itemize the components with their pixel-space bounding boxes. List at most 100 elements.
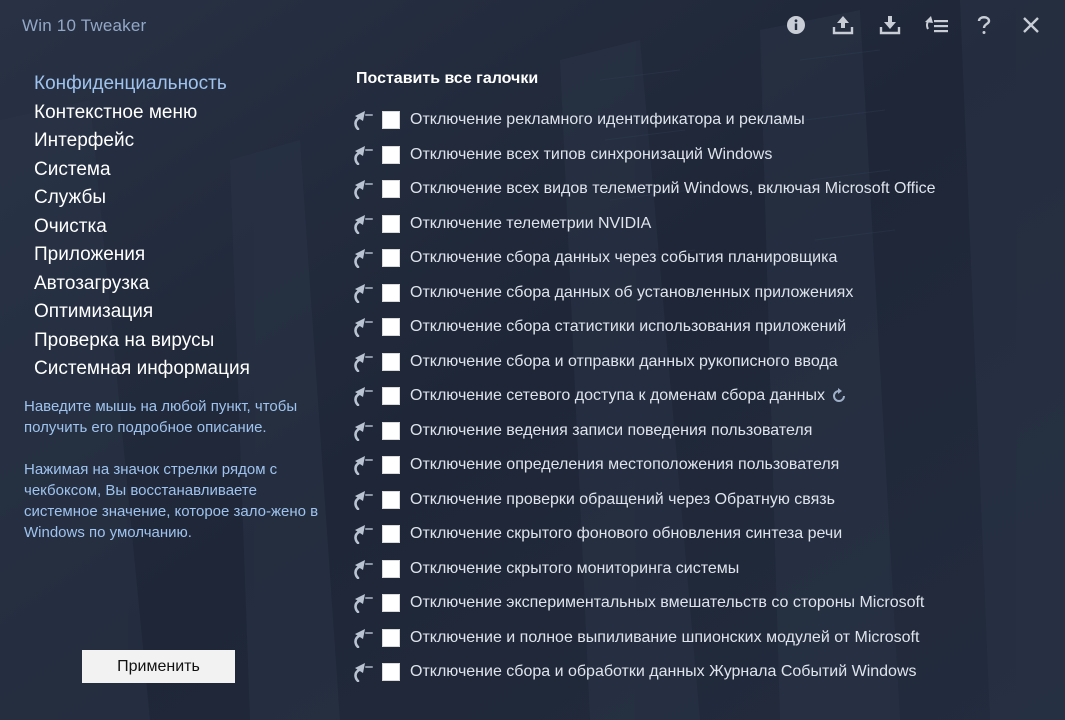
restore-arrow-icon <box>354 559 373 579</box>
restore-default-button[interactable] <box>352 283 374 303</box>
restore-arrow-icon <box>354 525 373 545</box>
refresh-icon[interactable] <box>831 388 847 404</box>
option-label[interactable]: Отключение ведения записи поведения поль… <box>410 422 812 440</box>
restore-default-button[interactable] <box>352 421 374 441</box>
option-checkbox[interactable] <box>382 352 400 371</box>
restore-default-button[interactable] <box>352 214 374 234</box>
option-row: Отключение сбора данных через события пл… <box>352 241 1052 276</box>
sidebar-item-apps[interactable]: Приложения <box>24 241 324 270</box>
option-checkbox[interactable] <box>382 249 400 268</box>
option-label[interactable]: Отключение сбора данных об установленных… <box>410 284 853 302</box>
restore-arrow-icon <box>354 111 373 131</box>
option-label[interactable]: Отключение сбора и обработки данных Журн… <box>410 663 917 681</box>
option-label[interactable]: Отключение телеметрии NVIDIA <box>410 215 651 233</box>
restore-default-button[interactable] <box>352 490 374 510</box>
restore-default-button[interactable] <box>352 593 374 614</box>
option-checkbox[interactable] <box>382 456 400 475</box>
option-row: Отключение и полное выпиливание шпионски… <box>352 621 1052 656</box>
sidebar-item-startup[interactable]: Автозагрузка <box>24 270 324 299</box>
option-label[interactable]: Отключение сетевого доступа к доменам сб… <box>410 387 825 405</box>
restore-default-button[interactable] <box>352 317 374 338</box>
sidebar-item-system[interactable]: Система <box>24 156 324 185</box>
info-button[interactable] <box>780 11 812 39</box>
restore-arrow-icon <box>354 145 373 165</box>
option-checkbox[interactable] <box>382 628 400 647</box>
option-row: Отключение рекламного идентификатора и р… <box>352 103 1052 138</box>
option-checkbox[interactable] <box>382 559 400 578</box>
option-label[interactable]: Отключение экспериментальных вмешательст… <box>410 594 924 612</box>
sidebar-item-cleanup[interactable]: Очистка <box>24 213 324 242</box>
export-button[interactable] <box>827 11 859 39</box>
select-all-link[interactable]: Поставить все галочки <box>352 64 1052 94</box>
import-icon <box>879 16 901 35</box>
option-checkbox[interactable] <box>382 387 400 406</box>
option-label[interactable]: Отключение рекламного идентификатора и р… <box>410 111 805 129</box>
sidebar-item-privacy[interactable]: Конфиденциальность <box>24 70 324 99</box>
options-list: Отключение рекламного идентификатора и р… <box>352 103 1052 690</box>
option-label[interactable]: Отключение сбора и отправки данных рукоп… <box>410 353 838 371</box>
help-button[interactable] <box>968 11 1000 39</box>
option-label[interactable]: Отключение проверки обращений через Обра… <box>410 491 835 509</box>
import-button[interactable] <box>874 11 906 39</box>
option-checkbox[interactable] <box>382 214 400 233</box>
option-row: Отключение телеметрии NVIDIA <box>352 207 1052 242</box>
option-row: Отключение сбора и отправки данных рукоп… <box>352 345 1052 380</box>
option-label[interactable]: Отключение и полное выпиливание шпионски… <box>410 629 919 647</box>
option-row: Отключение скрытого фонового обновления … <box>352 517 1052 552</box>
option-checkbox[interactable] <box>382 180 400 199</box>
sidebar-item-virus-check[interactable]: Проверка на вирусы <box>24 327 324 356</box>
option-label[interactable]: Отключение определения местоположения по… <box>410 456 839 474</box>
sidebar-item-context-menu[interactable]: Контекстное меню <box>24 99 324 128</box>
restore-default-button[interactable] <box>352 524 374 545</box>
option-row: Отключение сбора и обработки данных Журн… <box>352 655 1052 690</box>
option-checkbox[interactable] <box>382 421 400 440</box>
option-label[interactable]: Отключение скрытого фонового обновления … <box>410 525 842 543</box>
restore-default-button[interactable] <box>352 559 374 579</box>
close-button[interactable] <box>1015 11 1047 39</box>
option-row: Отключение всех типов синхронизаций Wind… <box>352 138 1052 173</box>
restore-default-button[interactable] <box>352 386 374 407</box>
options-panel: Поставить все галочки Отключение рекламн… <box>352 64 1052 690</box>
restore-default-button[interactable] <box>352 248 374 269</box>
title-bar[interactable]: Win 10 Tweaker <box>0 0 1065 52</box>
export-icon <box>832 16 854 35</box>
sidebar-item-interface[interactable]: Интерфейс <box>24 127 324 156</box>
restore-default-button[interactable] <box>352 352 374 372</box>
option-checkbox[interactable] <box>382 525 400 544</box>
option-label[interactable]: Отключение скрытого мониторинга системы <box>410 560 739 578</box>
option-label[interactable]: Отключение сбора статистики использовани… <box>410 318 846 336</box>
restore-arrow-icon <box>354 456 373 476</box>
restore-default-button[interactable] <box>352 628 374 648</box>
restore-arrow-icon <box>354 180 373 200</box>
restore-default-button[interactable] <box>352 455 374 476</box>
option-row: Отключение экспериментальных вмешательст… <box>352 586 1052 621</box>
option-label[interactable]: Отключение всех видов телеметрий Windows… <box>410 180 936 198</box>
hint-restore-default: Нажимая на значок стрелки рядом с чекбок… <box>24 460 319 541</box>
apply-button[interactable]: Применить <box>82 650 235 683</box>
option-label[interactable]: Отключение сбора данных через события пл… <box>410 249 837 267</box>
restore-arrow-icon <box>354 421 373 441</box>
option-checkbox[interactable] <box>382 318 400 337</box>
restore-default-button[interactable] <box>352 662 374 683</box>
sort-button[interactable] <box>921 11 953 39</box>
option-label[interactable]: Отключение всех типов синхронизаций Wind… <box>410 146 772 164</box>
option-checkbox[interactable] <box>382 663 400 682</box>
restore-default-button[interactable] <box>352 110 374 131</box>
option-checkbox[interactable] <box>382 594 400 613</box>
app-title: Win 10 Tweaker <box>22 16 147 35</box>
restore-default-button[interactable] <box>352 179 374 200</box>
sort-icon <box>925 16 948 33</box>
restore-arrow-icon <box>354 663 373 683</box>
restore-arrow-icon <box>354 318 373 338</box>
sidebar-item-services[interactable]: Службы <box>24 184 324 213</box>
option-checkbox[interactable] <box>382 111 400 130</box>
option-checkbox[interactable] <box>382 145 400 164</box>
option-row: Отключение сетевого доступа к доменам сб… <box>352 379 1052 414</box>
sidebar-item-system-info[interactable]: Системная информация <box>24 355 324 384</box>
option-checkbox[interactable] <box>382 283 400 302</box>
option-row: Отключение скрытого мониторинга системы <box>352 552 1052 587</box>
option-checkbox[interactable] <box>382 490 400 509</box>
sidebar-item-optimization[interactable]: Оптимизация <box>24 298 324 327</box>
restore-arrow-icon <box>354 594 373 614</box>
restore-default-button[interactable] <box>352 145 374 165</box>
